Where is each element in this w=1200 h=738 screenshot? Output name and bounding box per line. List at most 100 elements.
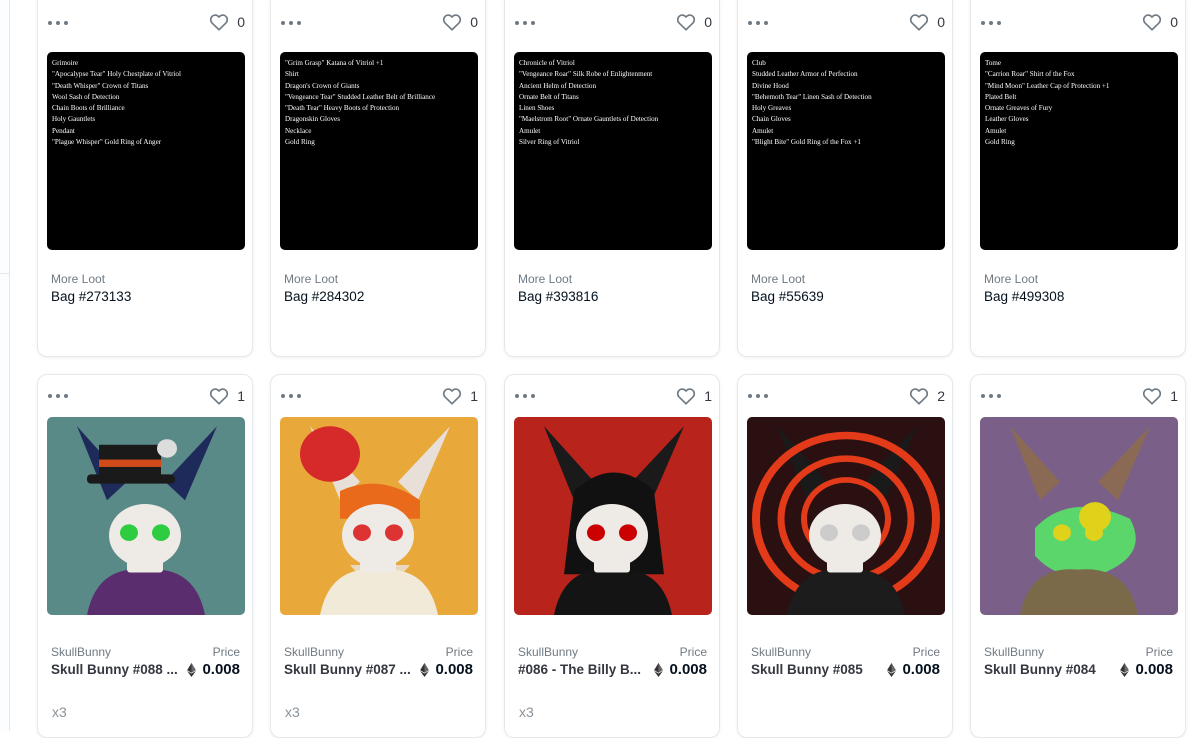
- price-value: 0.008: [187, 661, 240, 678]
- sidebar-divider: [0, 273, 9, 274]
- favorite-button[interactable]: 0: [1142, 12, 1178, 32]
- favorite-button[interactable]: 0: [676, 12, 712, 32]
- price-label: Price: [679, 645, 707, 659]
- price-amount: 0.008: [669, 661, 707, 678]
- nft-image[interactable]: [514, 417, 712, 615]
- heart-outline-icon: [910, 388, 929, 405]
- loot-item: Pendant: [52, 126, 75, 135]
- price-amount: 0.008: [435, 661, 473, 678]
- asset-name: Bag #499308: [984, 289, 1065, 304]
- loot-item: "Mind Moon" Leather Cap of Protection +1: [985, 81, 1110, 90]
- asset-card[interactable]: 0 Tome "Carrion Roar" Shirt of the Fox "Min…: [970, 0, 1186, 357]
- more-options-icon[interactable]: [281, 18, 301, 28]
- asset-card[interactable]: 2 SkullBunny Skull Bunny #085 Price 0.008: [737, 374, 953, 738]
- price-value: 0.008: [420, 661, 473, 678]
- asset-card[interactable]: 1 SkullBunny Skull Bunny #087 ... Price 0.00…: [270, 374, 486, 738]
- favorite-button[interactable]: 1: [442, 386, 478, 406]
- favorite-button[interactable]: 1: [1142, 386, 1178, 406]
- asset-name: Bag #284302: [284, 289, 365, 304]
- nft-image[interactable]: [980, 417, 1178, 615]
- nft-image[interactable]: Grimoire "Apocalypse Tear" Holy Chestplat…: [47, 52, 245, 250]
- collection-name: More Loot: [984, 272, 1039, 286]
- heart-outline-icon: [210, 14, 229, 31]
- quantity-badge: x3: [519, 704, 534, 720]
- nft-image[interactable]: [747, 417, 945, 615]
- price-value: 0.008: [654, 661, 707, 678]
- loot-item: Leather Gloves: [985, 115, 1029, 124]
- favorite-count: 0: [1170, 14, 1178, 30]
- favorite-button[interactable]: 0: [909, 12, 945, 32]
- favorite-button[interactable]: 0: [442, 12, 478, 32]
- heart-outline-icon: [443, 14, 462, 31]
- more-options-icon[interactable]: [981, 18, 1001, 28]
- more-options-icon[interactable]: [515, 391, 535, 401]
- heart-outline-icon: [1143, 388, 1162, 405]
- nft-image[interactable]: [280, 417, 478, 615]
- favorite-count: 0: [470, 14, 478, 30]
- heart-outline-icon: [443, 388, 462, 405]
- price-amount: 0.008: [902, 661, 940, 678]
- more-options-icon[interactable]: [981, 391, 1001, 401]
- loot-item: Club: [752, 59, 766, 67]
- quantity-badge: x3: [285, 704, 300, 720]
- nft-image[interactable]: Chronicle of Vitriol "Vengeance Roar" Sil…: [514, 52, 712, 250]
- favorite-count: 1: [1170, 388, 1178, 404]
- favorite-button[interactable]: 1: [209, 386, 245, 406]
- loot-item: "Vengeance Roar" Silk Robe of Enlightenm…: [519, 70, 653, 79]
- price-amount: 0.008: [202, 661, 240, 678]
- loot-item: Studded Leather Armor of Perfection: [752, 70, 858, 79]
- loot-item: "Grim Grasp" Katana of Vitriol +1: [285, 59, 384, 67]
- favorite-count: 1: [237, 388, 245, 404]
- nft-image[interactable]: [47, 417, 245, 615]
- loot-item: "Death Whisper" Crown of Titans: [52, 81, 149, 90]
- more-options-icon[interactable]: [515, 18, 535, 28]
- loot-item: Holy Greaves: [752, 104, 792, 113]
- asset-name: Bag #393816: [518, 289, 599, 304]
- asset-card[interactable]: 0 "Grim Grasp" Katana of Vitriol +1 Shirt D…: [270, 0, 486, 357]
- loot-item: Grimoire: [52, 59, 79, 67]
- more-options-icon[interactable]: [281, 391, 301, 401]
- loot-item: Ancient Helm of Detection: [519, 81, 597, 90]
- loot-item: Ornate Belt of Titans: [519, 92, 579, 101]
- more-options-icon[interactable]: [748, 391, 768, 401]
- more-options-icon[interactable]: [748, 18, 768, 28]
- loot-item: Amulet: [752, 126, 774, 135]
- favorite-button[interactable]: 2: [909, 386, 945, 406]
- asset-name: Skull Bunny #088 ...: [51, 662, 178, 677]
- favorite-count: 1: [470, 388, 478, 404]
- loot-item: "Carrion Roar" Shirt of the Fox: [985, 70, 1075, 79]
- collection-name: SkullBunny: [984, 645, 1045, 659]
- loot-item: Silver Ring of Vitriol: [519, 138, 580, 147]
- asset-name: Bag #55639: [751, 289, 824, 304]
- nft-image[interactable]: Club Studded Leather Armor of Perfection D…: [747, 52, 945, 250]
- asset-card[interactable]: 1 SkullBunny #086 - The Billy B... Price 0.0…: [504, 374, 720, 738]
- loot-item-list: Club Studded Leather Armor of Perfection D…: [747, 52, 945, 154]
- ethereum-icon: [1120, 662, 1130, 677]
- nft-artwork: [980, 417, 1178, 615]
- more-options-icon[interactable]: [48, 18, 68, 28]
- left-sidebar-edge: [0, 0, 10, 731]
- loot-item-list: Chronicle of Vitriol "Vengeance Roar" Sil…: [514, 52, 712, 154]
- price-label: Price: [445, 645, 473, 659]
- favorite-button[interactable]: 0: [209, 12, 245, 32]
- collection-name: SkullBunny: [284, 645, 345, 659]
- loot-item: Divine Hood: [752, 81, 789, 90]
- collection-name: SkullBunny: [51, 645, 112, 659]
- favorite-button[interactable]: 1: [676, 386, 712, 406]
- asset-card[interactable]: 0 Grimoire "Apocalypse Tear" Holy Chestpla…: [37, 0, 253, 357]
- loot-item: Gold Ring: [985, 138, 1015, 147]
- asset-card[interactable]: 1 SkullBunny Skull Bunny #084 Price 0.008: [970, 374, 1186, 738]
- asset-card[interactable]: 1 SkullBunny Skull Bunny #088 ... Price 0.00…: [37, 374, 253, 738]
- heart-outline-icon: [210, 388, 229, 405]
- nft-image[interactable]: Tome "Carrion Roar" Shirt of the Fox "Mind…: [980, 52, 1178, 250]
- nft-image[interactable]: "Grim Grasp" Katana of Vitriol +1 Shirt Dr…: [280, 52, 478, 250]
- more-options-icon[interactable]: [48, 391, 68, 401]
- loot-item: "Plague Whisper" Gold Ring of Anger: [52, 138, 162, 147]
- price-label: Price: [212, 645, 240, 659]
- asset-card[interactable]: 0 Chronicle of Vitriol "Vengeance Roar" Si…: [504, 0, 720, 357]
- asset-name: #086 - The Billy B...: [518, 662, 642, 677]
- price-value: 0.008: [1120, 661, 1173, 678]
- heart-outline-icon: [677, 14, 696, 31]
- loot-item: Wool Sash of Detection: [52, 92, 120, 101]
- asset-card[interactable]: 0 Club Studded Leather Armor of Perfection…: [737, 0, 953, 357]
